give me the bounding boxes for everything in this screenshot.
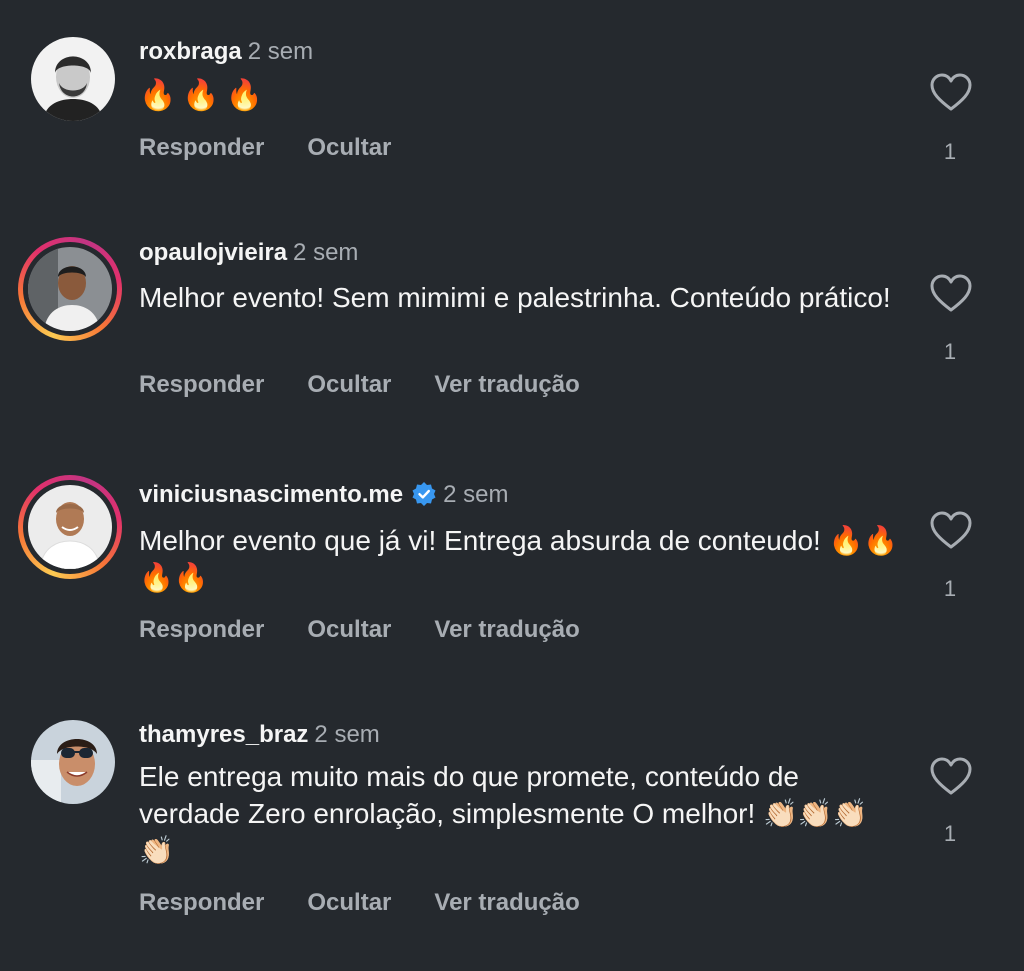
avatar-story-ring[interactable] xyxy=(18,475,122,579)
comment-actions: Responder Ocultar Ver tradução xyxy=(139,371,623,399)
timestamp: 2 sem xyxy=(247,38,314,65)
avatar[interactable] xyxy=(31,720,115,804)
comment-text: Melhor evento que já vi! Entrega absurda… xyxy=(139,525,899,593)
hide-button[interactable]: Ocultar xyxy=(307,371,391,398)
avatar-opaulojvieira xyxy=(28,247,112,331)
comment-header: thamyres_braz 2 sem xyxy=(139,721,380,749)
comment-header: roxbraga 2 sem xyxy=(139,38,313,66)
like-count: 1 xyxy=(943,339,957,364)
avatar-viniciusnascimento xyxy=(28,485,112,569)
comment-text: Ele entrega muito mais do que promete, c… xyxy=(139,761,868,866)
username[interactable]: opaulojvieira xyxy=(139,239,287,266)
hide-button[interactable]: Ocultar xyxy=(307,134,391,161)
reply-button[interactable]: Responder xyxy=(139,616,264,643)
see-translation-button[interactable]: Ver tradução xyxy=(434,616,579,643)
heart-outline-icon[interactable] xyxy=(929,273,973,313)
username[interactable]: roxbraga xyxy=(139,38,242,65)
comment-header: viniciusnascimento.me 2 sem xyxy=(139,481,508,509)
like-count: 1 xyxy=(943,821,957,846)
see-translation-button[interactable]: Ver tradução xyxy=(434,371,579,398)
avatar-inner xyxy=(23,242,117,336)
avatar-roxbraga xyxy=(31,37,115,121)
avatar-thamyres-braz xyxy=(31,720,115,804)
username[interactable]: thamyres_braz xyxy=(139,721,308,748)
avatar[interactable] xyxy=(31,37,115,121)
heart-outline-icon[interactable] xyxy=(929,72,973,112)
reply-button[interactable]: Responder xyxy=(139,889,264,916)
comment-text: Melhor evento! Sem mimimi e palestrinha.… xyxy=(139,282,891,313)
avatar-inner xyxy=(23,480,117,574)
avatar-story-ring[interactable] xyxy=(18,237,122,341)
reply-button[interactable]: Responder xyxy=(139,371,264,398)
comment-emoji-text: 🔥🔥🔥 xyxy=(139,79,270,112)
comment-actions: Responder Ocultar Ver tradução xyxy=(139,889,623,917)
heart-outline-icon[interactable] xyxy=(929,510,973,550)
comment-actions: Responder Ocultar xyxy=(139,134,434,162)
hide-button[interactable]: Ocultar xyxy=(307,616,391,643)
comment-actions: Responder Ocultar Ver tradução xyxy=(139,616,623,644)
comment-text: 🔥🔥🔥 xyxy=(139,77,899,114)
timestamp: 2 sem xyxy=(314,721,380,748)
like-count: 1 xyxy=(943,139,957,164)
timestamp: 2 sem xyxy=(443,481,509,508)
timestamp: 2 sem xyxy=(293,239,359,266)
reply-button[interactable]: Responder xyxy=(139,134,264,161)
verified-badge-icon xyxy=(412,482,436,506)
comment-header: opaulojvieira 2 sem xyxy=(139,239,358,267)
heart-outline-icon[interactable] xyxy=(929,756,973,796)
username[interactable]: viniciusnascimento.me xyxy=(139,481,403,508)
like-count: 1 xyxy=(943,576,957,601)
hide-button[interactable]: Ocultar xyxy=(307,889,391,916)
see-translation-button[interactable]: Ver tradução xyxy=(434,889,579,916)
